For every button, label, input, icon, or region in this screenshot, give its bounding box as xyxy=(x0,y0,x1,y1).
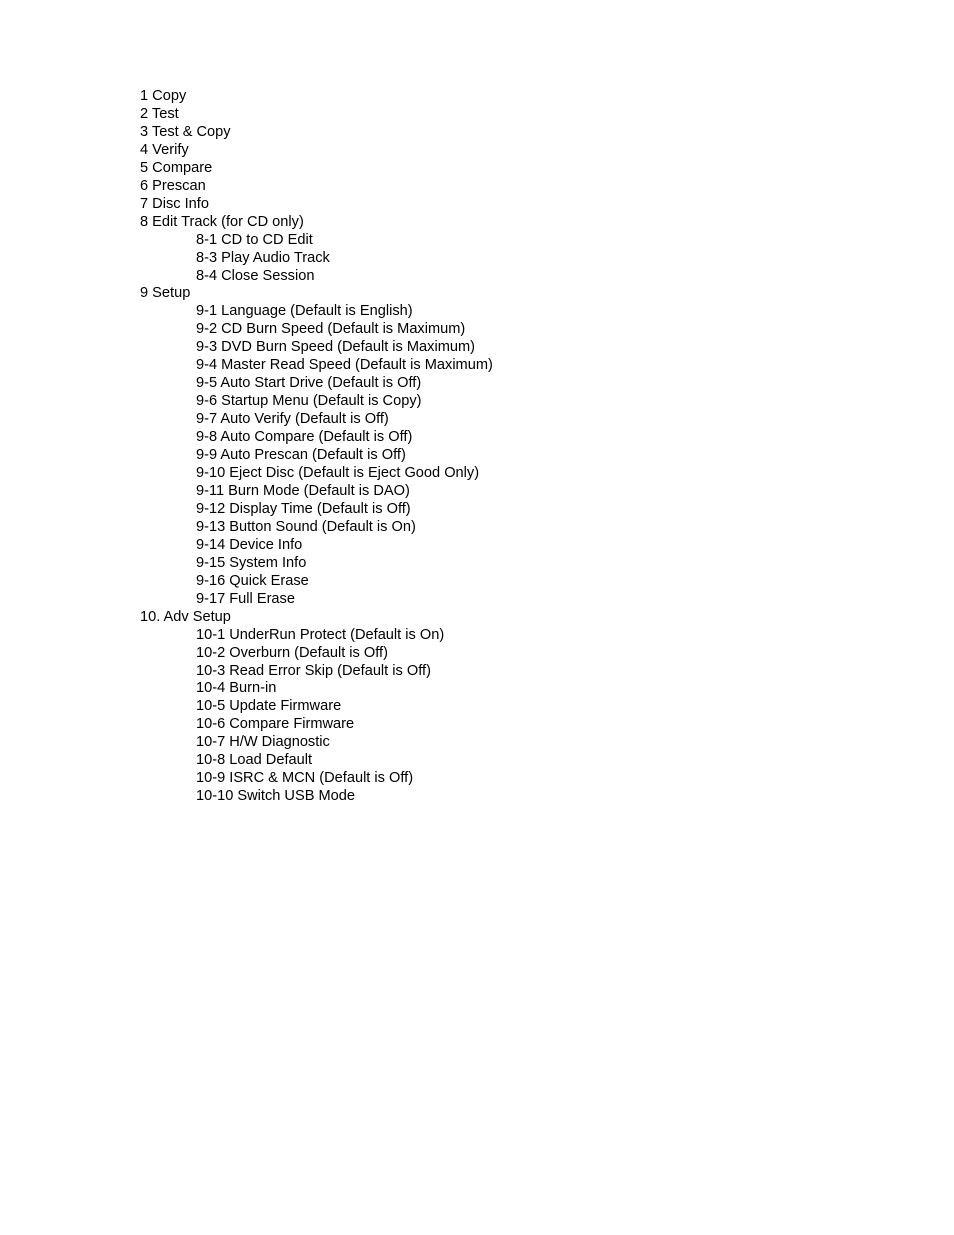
submenu-item: 8-1 CD to CD Edit xyxy=(196,231,313,248)
submenu-item: 10-9 ISRC & MCN (Default is Off) xyxy=(196,770,414,787)
submenu-item: 9-10 Eject Disc (Default is Eject Good O… xyxy=(196,465,480,482)
menu-item-label: 1 Copy xyxy=(140,88,187,104)
menu-item-compare: 5 Compare xyxy=(140,160,493,178)
submenu-item: 9-1 Language (Default is English) xyxy=(196,303,413,320)
submenu-item: 10-2 Overburn (Default is Off) xyxy=(196,644,388,661)
submenu-item: 9-6 Startup Menu (Default is Copy) xyxy=(196,393,422,410)
menu-item-label: 3 Test & Copy xyxy=(140,123,231,140)
menu-item-setup: 9 Setup 9-1 Language (Default is English… xyxy=(140,285,493,608)
menu-item-test: 2 Test xyxy=(140,106,493,124)
menu-item-label: 8 Edit Track (for CD only) xyxy=(140,213,304,230)
submenu-item: 9-17 Full Erase xyxy=(196,590,295,607)
submenu-item: 9-11 Burn Mode (Default is DAO) xyxy=(196,482,410,499)
menu-item-label: 9 Setup xyxy=(140,285,191,302)
submenu-item: 10-1 UnderRun Protect (Default is On) xyxy=(196,626,445,643)
submenu-item: 9-13 Button Sound (Default is On) xyxy=(196,518,416,535)
setup-submenu: 9-1 Language (Default is English) 9-2 CD… xyxy=(140,303,493,608)
menu-item-label: 2 Test xyxy=(140,105,179,122)
menu-item-label: 10. Adv Setup xyxy=(140,608,231,625)
menu-item-disc-info: 7 Disc Info xyxy=(140,196,493,214)
submenu-item: 9-12 Display Time (Default is Off) xyxy=(196,500,411,517)
submenu-item: 9-7 Auto Verify (Default is Off) xyxy=(196,411,389,428)
submenu-item: 10-8 Load Default xyxy=(196,752,313,769)
submenu-item: 10-4 Burn-in xyxy=(196,680,277,697)
menu-item-test-and-copy: 3 Test & Copy xyxy=(140,124,493,142)
menu-item-label: 7 Disc Info xyxy=(140,195,209,212)
submenu-item: 9-15 System Info xyxy=(196,554,307,571)
edit-track-submenu: 8-1 CD to CD Edit 8-3 Play Audio Track 8… xyxy=(140,232,493,286)
menu-item-label: 4 Verify xyxy=(140,141,189,158)
menu-item-label: 5 Compare xyxy=(140,159,213,176)
submenu-item: 10-10 Switch USB Mode xyxy=(196,788,355,805)
submenu-item: 9-2 CD Burn Speed (Default is Maximum) xyxy=(196,321,466,338)
submenu-item: 8-3 Play Audio Track xyxy=(196,249,330,266)
submenu-item: 9-16 Quick Erase xyxy=(196,572,309,589)
menu-item-adv-setup: 10. Adv Setup 10-1 UnderRun Protect (Def… xyxy=(140,609,493,806)
submenu-item: 9-3 DVD Burn Speed (Default is Maximum) xyxy=(196,339,475,356)
submenu-item: 8-4 Close Session xyxy=(196,267,315,284)
menu-item-copy: 1 Copy xyxy=(140,88,493,106)
submenu-item: 10-5 Update Firmware xyxy=(196,698,342,715)
submenu-item: 10-7 H/W Diagnostic xyxy=(196,734,330,751)
menu-item-edit-track: 8 Edit Track (for CD only) 8-1 CD to CD … xyxy=(140,214,493,286)
menu-item-verify: 4 Verify xyxy=(140,142,493,160)
submenu-item: 10-6 Compare Firmware xyxy=(196,716,355,733)
menu-item-prescan: 6 Prescan xyxy=(140,178,493,196)
menu-item-label: 6 Prescan xyxy=(140,177,206,194)
menu-outline: 1 Copy 2 Test 3 Test & Copy 4 Verify 5 C… xyxy=(140,88,493,806)
submenu-item: 9-9 Auto Prescan (Default is Off) xyxy=(196,447,406,464)
submenu-item: 9-14 Device Info xyxy=(196,536,303,553)
submenu-item: 10-3 Read Error Skip (Default is Off) xyxy=(196,662,431,679)
submenu-item: 9-4 Master Read Speed (Default is Maximu… xyxy=(196,357,493,374)
submenu-item: 9-8 Auto Compare (Default is Off) xyxy=(196,429,413,446)
adv-setup-submenu: 10-1 UnderRun Protect (Default is On) 10… xyxy=(140,627,493,807)
submenu-item: 9-5 Auto Start Drive (Default is Off) xyxy=(196,375,422,392)
